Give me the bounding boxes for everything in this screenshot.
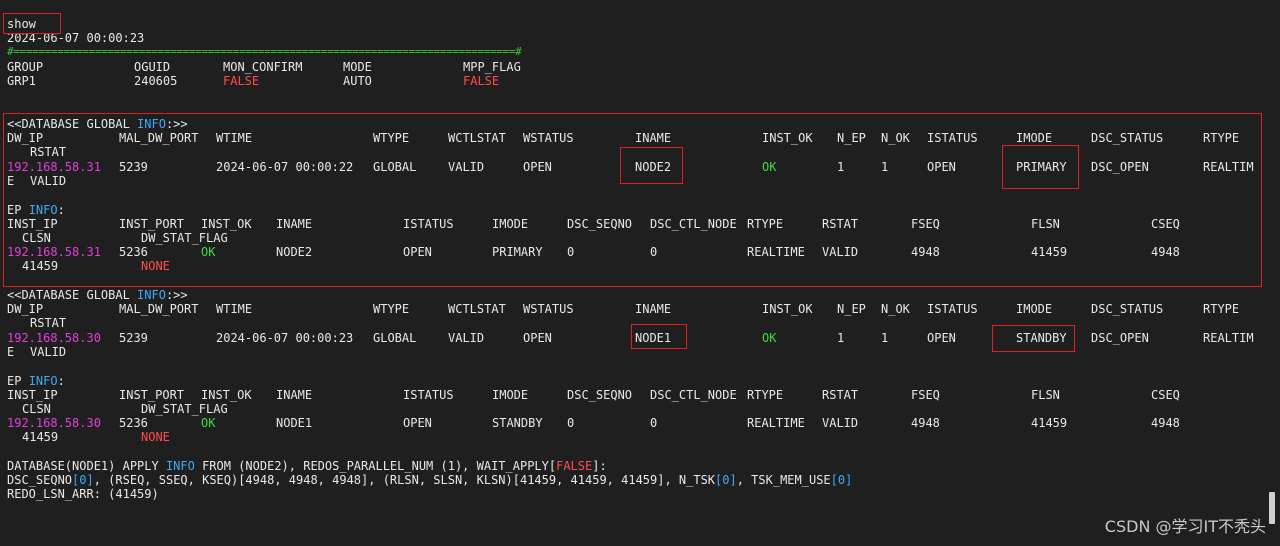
mon-confirm-value: FALSE [223, 74, 260, 88]
ep-row-inst-ok: OK [201, 416, 216, 430]
separator-line: #=======================================… [7, 45, 522, 58]
highlight-box-standby [992, 325, 1075, 352]
db-row-n-ok: 1 [881, 331, 889, 345]
db-header-wtype: WTYPE [373, 302, 410, 316]
db-header-wtime: WTIME [216, 302, 253, 316]
ep-row-imode: STANDBY [492, 416, 543, 430]
group-header: GROUP [7, 60, 44, 74]
mpp-flag-header: MPP_FLAG [463, 60, 521, 74]
db-header-rstat: RSTAT [30, 316, 67, 330]
ep-row-ip: 192.168.58.30 [7, 416, 101, 430]
db-global-info-title: <<DATABASE GLOBAL INFO:>> [7, 288, 188, 302]
db-header-iname: INAME [635, 302, 672, 316]
db-row-istatus: OPEN [927, 331, 956, 345]
db-header-mal-dw-port: MAL_DW_PORT [119, 302, 199, 316]
ep-header-flsn: FLSN [1031, 388, 1060, 402]
db-row-dsc-status: DSC_OPEN [1091, 331, 1149, 345]
scrollbar-thumb[interactable] [1269, 492, 1275, 524]
ep-row-rtype: REALTIME [747, 416, 805, 430]
highlight-box-primary [1002, 145, 1079, 189]
ep-header-inst-port: INST_PORT [119, 388, 185, 402]
db-row-rstat: VALID [30, 345, 67, 359]
ep-header-rstat: RSTAT [822, 388, 859, 402]
terminal-window[interactable]: show 2024-06-07 00:00:23 #==============… [0, 0, 1280, 546]
ep-row-flsn: 41459 [1031, 416, 1068, 430]
redo-lsn-line: REDO_LSN_ARR: (41459) [7, 487, 159, 501]
ep-header-istatus: ISTATUS [403, 388, 454, 402]
watermark-text: CSDN @学习IT不秃头 [1104, 517, 1266, 536]
db-header-n-ok: N_OK [881, 302, 910, 316]
highlight-box-node2 [620, 147, 683, 184]
db-row-wtype: GLOBAL [373, 331, 417, 345]
db-row-ip: 192.168.58.30 [7, 331, 101, 345]
ep-header-cseq: CSEQ [1151, 388, 1180, 402]
ep-header-clsn: CLSN [22, 402, 51, 416]
ep-header-imode: IMODE [492, 388, 529, 402]
oguid-header: OGUID [134, 60, 171, 74]
ep-info-title: EP INFO: [7, 374, 65, 388]
db-header-dsc-status: DSC_STATUS [1091, 302, 1164, 316]
db-row-inst-ok: OK [762, 331, 777, 345]
dsc-seqno-line: DSC_SEQNO[0], (RSEQ, SSEQ, KSEQ)[4948, 4… [7, 473, 853, 487]
ep-header-rtype: RTYPE [747, 388, 784, 402]
ep-row-istatus: OPEN [403, 416, 432, 430]
db-row-wctlstat: VALID [448, 331, 485, 345]
mode-value: AUTO [343, 74, 372, 88]
ep-header-fseq: FSEQ [911, 388, 940, 402]
ep-header-inst-ok: INST_OK [201, 388, 252, 402]
apply-info-line: DATABASE(NODE1) APPLY INFO FROM (NODE2),… [7, 459, 607, 473]
db-row-rtype: REALTIM [1203, 331, 1254, 345]
mpp-flag-value: FALSE [463, 74, 500, 88]
db-header-wstatus: WSTATUS [523, 302, 574, 316]
db-header-wctlstat: WCTLSTAT [448, 302, 506, 316]
ep-row-dsc-seqno: 0 [567, 416, 575, 430]
db-row-n-ep: 1 [837, 331, 845, 345]
ep-row-dsc-ctl-node: 0 [650, 416, 658, 430]
db-header-rtype: RTYPE [1203, 302, 1240, 316]
ep-row-cseq: 4948 [1151, 416, 1180, 430]
group-value: GRP1 [7, 74, 36, 88]
db-header-imode: IMODE [1016, 302, 1053, 316]
ep-header-iname: INAME [276, 388, 313, 402]
mon-confirm-header: MON_CONFIRM [223, 60, 303, 74]
db-row-port: 5239 [119, 331, 148, 345]
ep-row-fseq: 4948 [911, 416, 940, 430]
db-header-dw-ip: DW_IP [7, 302, 44, 316]
db-row-wstatus: OPEN [523, 331, 552, 345]
ep-row-iname: NODE1 [276, 416, 313, 430]
ep-row-port: 5236 [119, 416, 148, 430]
ep-row-clsn: 41459 [22, 430, 59, 444]
mode-header: MODE [343, 60, 372, 74]
ep-header-inst-ip: INST_IP [7, 388, 58, 402]
db-row-wtime: 2024-06-07 00:00:23 [216, 331, 354, 345]
ep-header-dsc-ctl-node: DSC_CTL_NODE [650, 388, 737, 402]
ep-row-rstat: VALID [822, 416, 859, 430]
highlight-box-primary-block [3, 113, 1262, 287]
db-row-rtype-wrap: E [7, 345, 15, 359]
ep-header-dsc-seqno: DSC_SEQNO [567, 388, 633, 402]
db-header-inst-ok: INST_OK [762, 302, 813, 316]
oguid-value: 240605 [134, 74, 178, 88]
db-header-istatus: ISTATUS [927, 302, 978, 316]
highlight-box-command [3, 13, 61, 34]
ep-header-dw-stat-flag: DW_STAT_FLAG [141, 402, 228, 416]
ep-row-dw-stat-flag: NONE [141, 430, 170, 444]
db-header-n-ep: N_EP [837, 302, 866, 316]
highlight-box-node1 [631, 324, 687, 349]
